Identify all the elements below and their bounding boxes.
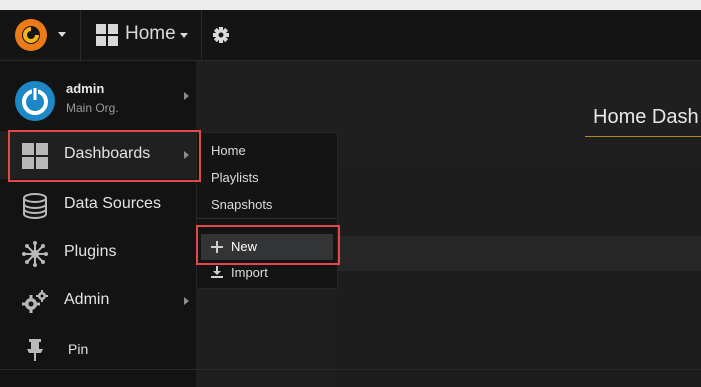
- submenu-item-playlists[interactable]: Playlists: [211, 170, 259, 185]
- chevron-right-icon: [184, 92, 189, 100]
- sidebar-item-plugins[interactable]: Plugins: [0, 229, 196, 277]
- database-icon: [23, 193, 47, 219]
- submenu-divider: [197, 218, 337, 219]
- grafana-logo-icon: [15, 19, 47, 51]
- title-underline: [585, 136, 701, 137]
- sidebar-item-label: Data Sources: [64, 195, 161, 212]
- download-icon: [211, 266, 223, 278]
- user-menu[interactable]: admin Main Org.: [0, 61, 196, 131]
- submenu-item-snapshots[interactable]: Snapshots: [211, 197, 272, 212]
- submenu-item-label: Import: [231, 265, 268, 280]
- thumbtack-icon: [27, 339, 43, 361]
- dashboards-submenu: Home Playlists Snapshots New Import: [196, 132, 338, 289]
- submenu-item-home[interactable]: Home: [211, 143, 246, 158]
- dashboard-panel-area: [335, 167, 701, 387]
- avatar: [15, 81, 55, 121]
- gear-icon[interactable]: [208, 22, 234, 48]
- dashboard-picker-button[interactable]: Home: [81, 10, 202, 60]
- top-navbar: Home: [0, 10, 701, 61]
- highlight-box-new: [196, 225, 340, 265]
- cogs-icon: [22, 290, 48, 313]
- dashboard-row: [335, 236, 701, 271]
- dashboard-picker-label: Home: [125, 23, 176, 44]
- divider: [0, 369, 701, 370]
- chevron-down-icon: [58, 32, 66, 37]
- dashboard-grid-icon: [96, 24, 118, 46]
- page-title: Home Dash: [593, 106, 699, 128]
- chevron-right-icon: [184, 297, 189, 305]
- sidebar-item-admin[interactable]: Admin: [0, 277, 196, 325]
- plugins-icon: [22, 241, 48, 267]
- sidemenu: admin Main Org. Dashboards Data Sources: [0, 61, 196, 387]
- browser-toolbar-strip: [0, 0, 701, 10]
- highlight-box-dashboards: [8, 130, 201, 182]
- user-org: Main Org.: [66, 101, 119, 115]
- sidebar-item-data-sources[interactable]: Data Sources: [0, 181, 196, 229]
- sidebar-item-pin[interactable]: Pin: [0, 325, 196, 373]
- chevron-down-icon: [180, 33, 188, 38]
- sidebar-item-label: Pin: [68, 341, 89, 357]
- sidebar-item-label: Plugins: [64, 243, 117, 260]
- user-name: admin: [66, 81, 105, 96]
- grafana-menu-button[interactable]: [0, 10, 81, 60]
- sidebar-item-label: Admin: [64, 291, 110, 308]
